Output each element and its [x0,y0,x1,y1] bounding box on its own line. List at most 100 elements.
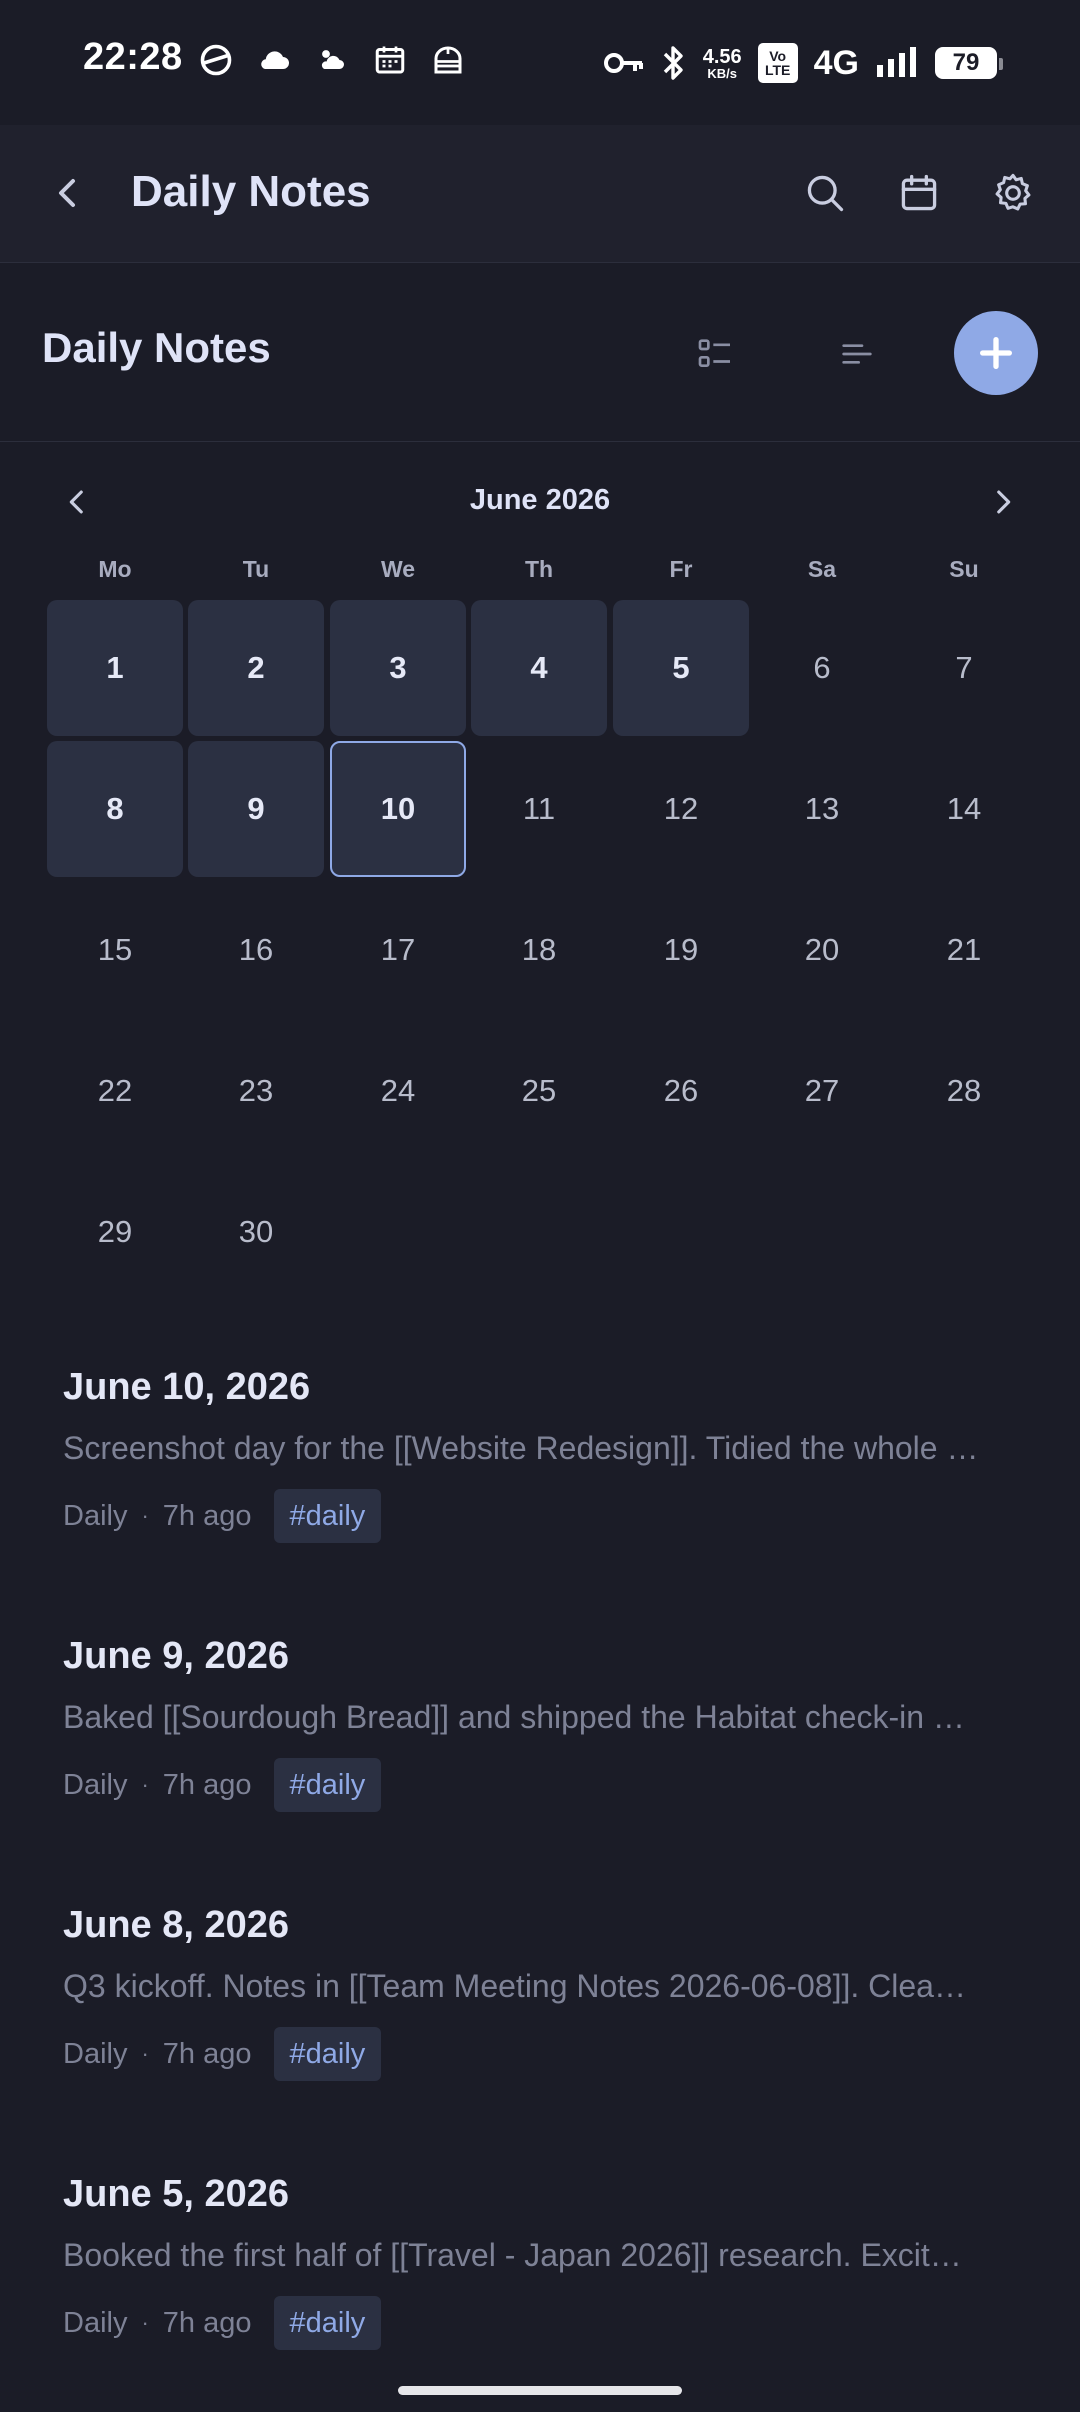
calendar-day[interactable]: 12 [613,741,749,877]
calendar-navigation: June 2026 [0,470,1080,534]
back-button[interactable] [44,169,92,217]
note-item[interactable]: June 9, 2026 Baked [[Sourdough Bread]] a… [63,1635,1023,1812]
calendar-button[interactable] [891,165,947,221]
list-view-icon [698,339,730,367]
calendar-day[interactable]: 24 [330,1023,466,1159]
note-meta: Daily · 7h ago #daily [63,2027,1023,2081]
calendar-day[interactable]: 28 [896,1023,1032,1159]
calendar-day[interactable]: 5 [613,600,749,736]
note-item[interactable]: June 8, 2026 Q3 kickoff. Notes in [[Team… [63,1904,1023,2081]
calendar-day[interactable]: 21 [896,882,1032,1018]
network-type: 4G [813,43,859,82]
weather-icon [321,50,344,69]
calendar-day[interactable]: 6 [754,600,890,736]
search-button[interactable] [797,165,853,221]
calendar-day[interactable]: 19 [613,882,749,1018]
calendar-day[interactable]: 4 [471,600,607,736]
note-meta: Daily · 7h ago #daily [63,1489,1023,1543]
weekday-label: Tu [242,556,270,582]
speed-unit: KB/s [707,65,737,81]
note-preview: Baked [[Sourdough Bread]] and shipped th… [63,1699,965,1735]
volte-line1: Vo [769,48,787,64]
calendar-day[interactable]: 10 [330,741,466,877]
calendar-day[interactable]: 29 [47,1164,183,1300]
calendar-day[interactable]: 27 [754,1023,890,1159]
system-status: 4.56 KB/s Vo LTE 4G 79 [603,36,1003,90]
home-indicator[interactable] [398,2386,682,2395]
tag-chip[interactable]: #daily [273,2296,382,2350]
meta-separator: · [141,2041,149,2066]
weekday-label: Su [949,556,979,582]
calendar-day[interactable]: 23 [188,1023,324,1159]
weekday-label: Th [524,556,554,582]
search-icon [807,175,844,212]
calendar-day[interactable]: 22 [47,1023,183,1159]
note-time: 7h ago [162,1499,252,1532]
volte-line2: LTE [764,62,791,78]
weekday-label: Mo [98,556,132,582]
daily-notes-header: Daily Notes [0,264,1080,442]
compact-view-button[interactable] [829,326,885,382]
calendar-day[interactable]: 2 [188,600,324,736]
list-view-button[interactable] [687,326,743,382]
weekday-label: We [380,556,416,582]
meta-separator: · [141,1503,149,1528]
weekday-label: Fr [669,556,693,582]
compact-view-icon [842,344,872,364]
vpn-key-icon [603,53,643,73]
chevron-right-icon [997,490,1011,514]
calendar-day[interactable]: 14 [896,741,1032,877]
calendar-day[interactable]: 7 [896,600,1032,736]
calendar-notification-icon [375,46,405,74]
calendar-day[interactable]: 20 [754,882,890,1018]
calendar-day[interactable]: 13 [754,741,890,877]
note-time: 7h ago [162,2306,252,2339]
note-time: 7h ago [162,2037,252,2070]
calendar-day[interactable]: 18 [471,882,607,1018]
tag-chip[interactable]: #daily [273,2027,382,2081]
note-meta: Daily · 7h ago #daily [63,1758,1023,1812]
signal-icon [877,47,916,77]
add-note-button[interactable] [954,311,1038,395]
note-title: June 9, 2026 [63,1635,290,1677]
tag-chip[interactable]: #daily [273,1489,382,1543]
note-item[interactable]: June 5, 2026 Booked the first half of [[… [63,2173,1023,2350]
month-label: June 2026 [469,484,611,516]
calendar-day[interactable]: 17 [330,882,466,1018]
next-month-button[interactable] [981,480,1025,524]
note-item[interactable]: June 10, 2026 Screenshot day for the [[W… [63,1366,1023,1543]
meta-separator: · [141,1772,149,1797]
note-type: Daily [63,1499,128,1532]
note-title: June 8, 2026 [63,1904,290,1946]
speed-value: 4.56 [702,45,742,68]
calendar-day[interactable]: 25 [471,1023,607,1159]
notification-icons [198,42,466,78]
calendar-day[interactable]: 15 [47,882,183,1018]
note-preview: Booked the first half of [[Travel - Japa… [63,2237,962,2273]
note-type: Daily [63,2306,128,2339]
calendar-day[interactable]: 1 [47,600,183,736]
battery-level: 79 [952,49,980,76]
calendar-day[interactable]: 26 [613,1023,749,1159]
browser-icon [200,44,232,76]
network-speed: 4.56 KB/s [703,47,742,80]
calendar-day[interactable]: 8 [47,741,183,877]
calendar-day[interactable]: 3 [330,600,466,736]
calendar-day[interactable]: 16 [188,882,324,1018]
section-title: Daily Notes [42,324,271,371]
weekday-label: Sa [807,556,837,582]
page-title: Daily Notes [131,167,371,216]
note-type: Daily [63,1768,128,1801]
status-bar: 22:28 4.56 KB/s Vo LTE 4G 79 [0,0,1080,125]
tag-chip[interactable]: #daily [273,1758,382,1812]
calendar-icon [901,174,937,211]
settings-button[interactable] [985,165,1041,221]
calendar-day[interactable]: 30 [188,1164,324,1300]
calendar-day[interactable]: 9 [188,741,324,877]
add-icon [980,337,1012,369]
note-time: 7h ago [162,1768,252,1801]
app-bar: Daily Notes [0,125,1080,263]
calendar-day[interactable]: 11 [471,741,607,877]
note-title: June 5, 2026 [63,2173,290,2215]
note-meta: Daily · 7h ago #daily [63,2296,1023,2350]
